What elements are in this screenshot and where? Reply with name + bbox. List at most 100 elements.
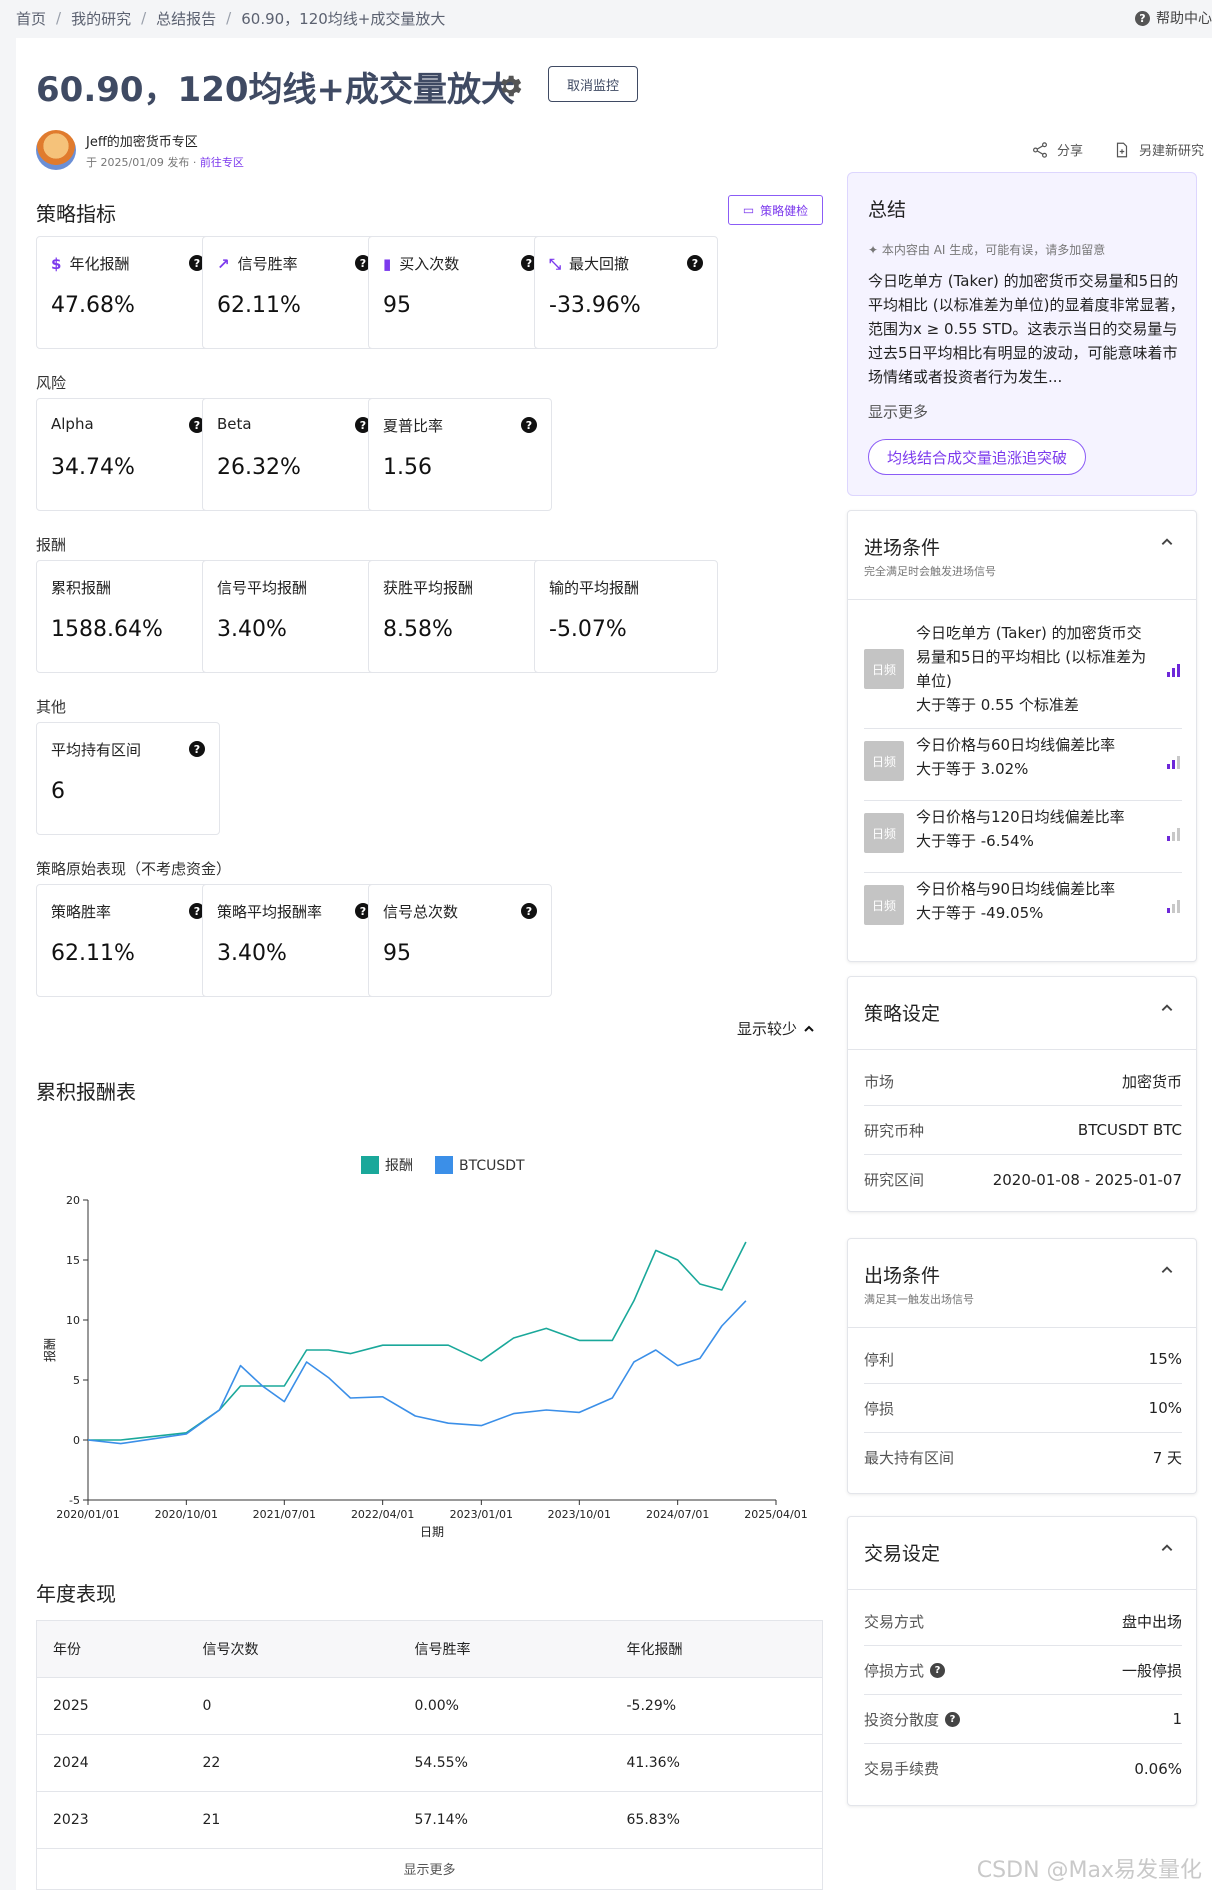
legend-label: 报酬 <box>385 1158 413 1174</box>
y-tick-label: 5 <box>73 1374 80 1387</box>
show-less-toggle[interactable]: 显示较少 <box>737 1018 815 1039</box>
breadcrumb-research[interactable]: 我的研究 <box>71 8 131 29</box>
setting-value: 一般停损 <box>1121 1661 1182 1680</box>
x-tick-label: 2023/10/01 <box>548 1508 611 1521</box>
signal-strength-icon <box>1167 828 1180 841</box>
entry-condition-item[interactable]: 日频 今日价格与90日均线偏差比率 大于等于 -49.05% <box>864 873 1182 945</box>
author-block: Jeff的加密货币专区 于 2025/01/09 发布 · 前往专区 <box>36 130 244 170</box>
metrics-heading: 策略指标 <box>36 202 116 226</box>
risk-card: Beta? 26.32% <box>202 398 386 511</box>
gear-icon[interactable] <box>496 72 524 100</box>
breadcrumb-home[interactable]: 首页 <box>16 8 46 29</box>
table-cell: 65.83% <box>610 1791 823 1849</box>
author-name[interactable]: Jeff的加密货币专区 <box>86 131 244 150</box>
help-icon[interactable]: ? <box>687 255 703 271</box>
strategy-title: 策略设定 <box>864 1003 941 1025</box>
signal-strength-icon <box>1167 756 1180 769</box>
summary-text: 今日吃单方 (Taker) 的加密货币交易量和5日的平均相比 (以标准差为单位)… <box>868 272 1185 386</box>
strategy-row: 研究币种 BTCUSDT BTC <box>864 1106 1182 1155</box>
table-cell: 41.36% <box>610 1734 823 1792</box>
help-center-link[interactable]: ? 帮助中心 <box>1135 8 1212 28</box>
breadcrumb: 首页 / 我的研究 / 总结报告/ 60.90，120均线+成交量放大 <box>16 8 446 29</box>
return-heading: 报酬 <box>36 536 67 554</box>
breadcrumb-report[interactable]: 总结报告 <box>156 8 216 29</box>
setting-label: 交易手续费 <box>864 1760 940 1778</box>
x-tick-label: 2024/07/01 <box>646 1508 709 1521</box>
strategy-row: 市场 加密货币 <box>864 1057 1182 1106</box>
metric-label: 平均持有区间 <box>51 741 142 759</box>
signal-strength-icon <box>1167 900 1180 913</box>
setting-label: 停利 <box>864 1350 895 1369</box>
frequency-badge: 日频 <box>864 813 904 853</box>
metrics-card: ↗ 信号胜率? 62.11% <box>202 236 386 349</box>
table-cell: 57.14% <box>398 1791 611 1849</box>
metric-label: 策略胜率 <box>51 903 112 921</box>
trade-settings-panel: 交易设定 交易方式 盘中出场 停损方式? 一般停损 投资分散度? 1 交易手续费 0.06% <box>847 1516 1197 1806</box>
metric-icon: ⤡ <box>549 254 562 273</box>
chevron-up-icon[interactable] <box>1160 1263 1174 1277</box>
help-icon[interactable]: ? <box>189 741 205 757</box>
condition-text: 今日价格与90日均线偏差比率 <box>916 880 1116 898</box>
zone-link[interactable]: 前往专区 <box>200 156 244 169</box>
new-research-label: 另建新研究 <box>1139 144 1205 159</box>
chevron-up-icon[interactable] <box>1160 1001 1174 1015</box>
table-cell: 22 <box>186 1734 399 1792</box>
share-button[interactable]: 分享 <box>1031 140 1083 159</box>
metric-label: Alpha <box>51 415 94 433</box>
strategy-tag[interactable]: 均线结合成交量追涨追突破 <box>868 439 1087 475</box>
series-line-0 <box>88 1241 747 1441</box>
exit-row: 停损 10% <box>864 1384 1182 1433</box>
page-title: 60.90，120均线+成交量放大 <box>36 70 516 110</box>
trade-row: 交易手续费 0.06% <box>864 1744 1182 1793</box>
returns-card: 获胜平均报酬 8.58% <box>368 560 552 673</box>
entry-condition-item[interactable]: 日频 今日吃单方 (Taker) 的加密货币交易量和5日的平均相比 (以标准差为单… <box>864 617 1182 729</box>
metric-value: 6 <box>51 779 65 804</box>
metric-label: 夏普比率 <box>383 417 444 435</box>
raw-heading: 策略原始表现（不考虑资金） <box>36 860 232 878</box>
entry-condition-item[interactable]: 日频 今日价格与120日均线偏差比率 大于等于 -6.54% <box>864 801 1182 873</box>
metric-value: 1.56 <box>383 455 432 480</box>
setting-value: 15% <box>1148 1350 1182 1368</box>
strategy-settings-panel: 策略设定 市场 加密货币 研究币种 BTCUSDT BTC 研究区间 2020-01-08… <box>847 976 1197 1212</box>
cancel-monitor-button[interactable]: 取消监控 <box>548 66 638 102</box>
returns-card: 累积报酬 1588.64% <box>36 560 220 673</box>
chevron-up-icon[interactable] <box>1160 535 1174 549</box>
chevron-up-icon[interactable] <box>1160 1541 1174 1555</box>
header-actions: 分享 另建新研究 <box>1001 140 1204 159</box>
exit-row: 最大持有区间 7 天 <box>864 1433 1182 1482</box>
metric-label: 累积报酬 <box>51 579 112 597</box>
x-tick-label: 2020/10/01 <box>155 1508 218 1521</box>
entry-condition-item[interactable]: 日频 今日价格与60日均线偏差比率 大于等于 3.02% <box>864 729 1182 801</box>
metric-value: 34.74% <box>51 455 135 480</box>
metric-icon: ↗ <box>217 254 230 273</box>
series-line-1 <box>87 1300 747 1445</box>
help-icon[interactable]: ? <box>521 417 537 433</box>
help-icon[interactable]: ? <box>945 1711 961 1727</box>
strategy-row: 研究区间 2020-01-08 - 2025-01-07 <box>864 1155 1182 1204</box>
legend-swatch <box>435 1156 453 1174</box>
strategy-health-button[interactable]: ▭ 策略健检 <box>728 195 823 225</box>
trade-title: 交易设定 <box>864 1543 941 1565</box>
setting-label: 最大持有区间 <box>864 1449 955 1467</box>
health-icon: ▭ <box>742 203 755 217</box>
setting-label: 停损 <box>864 1399 895 1418</box>
table-cell: 2023 <box>36 1791 187 1849</box>
metric-icon: $ <box>51 254 62 273</box>
metric-value: 26.32% <box>217 455 301 480</box>
annual-show-more[interactable]: 显示更多 <box>36 1848 823 1890</box>
new-research-button[interactable]: 另建新研究 <box>1113 140 1204 159</box>
help-label: 帮助中心 <box>1156 11 1212 27</box>
table-cell: 21 <box>186 1791 399 1849</box>
setting-value: 盘中出场 <box>1121 1612 1182 1631</box>
share-label: 分享 <box>1057 144 1084 159</box>
metric-value: -5.07% <box>549 617 627 642</box>
summary-show-more[interactable]: 显示更多 <box>868 401 928 422</box>
help-icon[interactable]: ? <box>521 903 537 919</box>
help-icon[interactable]: ? <box>930 1662 946 1678</box>
condition-threshold: 大于等于 3.02% <box>916 760 1029 778</box>
table-row: 2024 22 54.55% 41.36% <box>36 1734 823 1792</box>
setting-value: 7 天 <box>1152 1449 1182 1467</box>
entry-subtitle: 完全满足时会触发进场信号 <box>864 565 996 578</box>
meta-dot: · <box>192 155 197 169</box>
avatar[interactable] <box>36 130 76 170</box>
